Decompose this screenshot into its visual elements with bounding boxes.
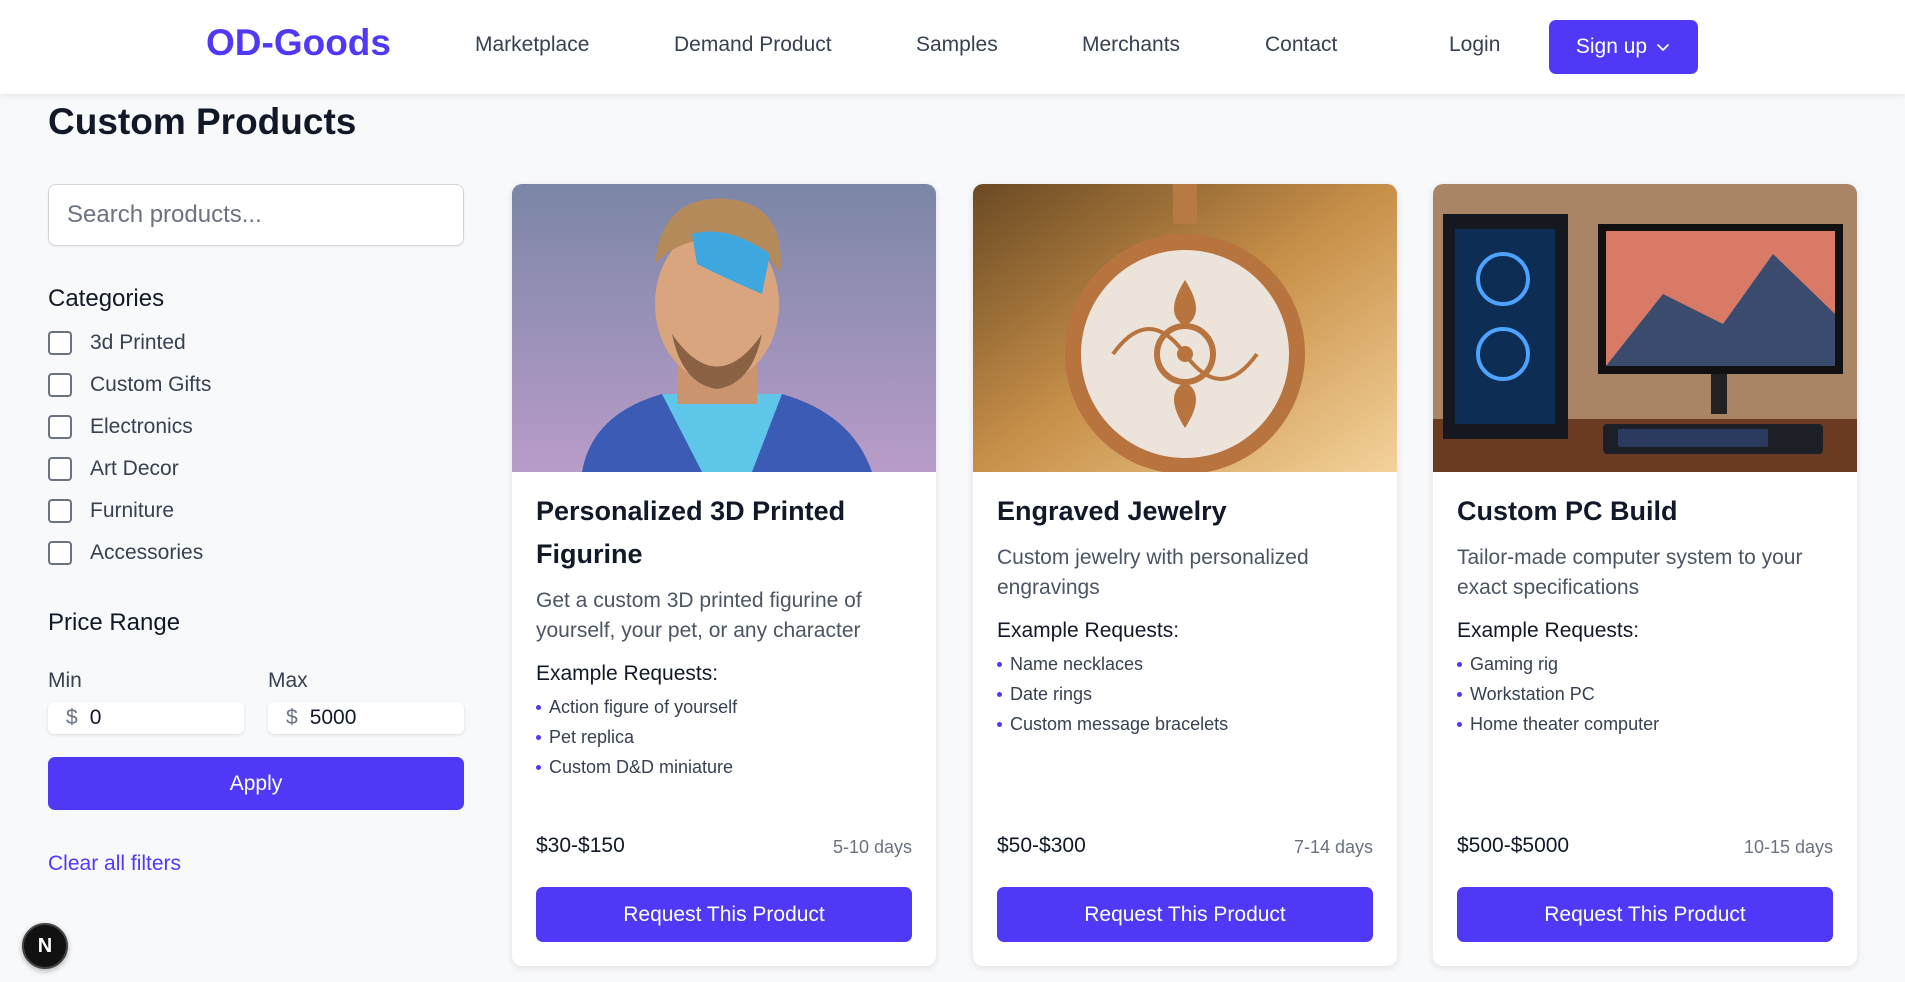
list-item: Gaming rig (1457, 649, 1833, 679)
next-dev-badge[interactable]: N (22, 923, 68, 969)
category-furniture[interactable]: Furniture (48, 499, 174, 523)
max-label: Max (268, 669, 308, 692)
card-description: Tailor-made computer system to your exac… (1457, 546, 1803, 599)
product-image-pc-build (1433, 184, 1857, 472)
card-lead-time: 7-14 days (1293, 837, 1373, 857)
category-3d-printed[interactable]: 3d Printed (48, 331, 186, 355)
bullet-icon (1457, 661, 1462, 667)
bullet-icon (1457, 721, 1462, 727)
category-label: Accessories (90, 541, 204, 564)
checkbox[interactable] (48, 373, 72, 397)
checkbox[interactable] (48, 415, 72, 439)
min-price-value: 0 (89, 706, 102, 729)
nav-samples[interactable]: Samples (916, 33, 998, 57)
category-art-decor[interactable]: Art Decor (48, 457, 179, 481)
max-price-value: 5000 (309, 706, 357, 729)
list-item: Action figure of yourself (536, 692, 912, 722)
currency-symbol: $ (286, 706, 298, 729)
signup-button[interactable]: Sign up (1549, 20, 1698, 74)
currency-symbol: $ (66, 706, 78, 729)
category-custom-gifts[interactable]: Custom Gifts (48, 373, 211, 397)
product-image-jewelry (973, 184, 1397, 472)
chevron-down-icon (1657, 44, 1670, 51)
price-range-heading: Price Range (48, 609, 181, 636)
category-label: Custom Gifts (90, 373, 212, 396)
card-price: $50-$300 (997, 834, 1086, 857)
list-item: Date rings (997, 679, 1373, 709)
bullet-icon (997, 691, 1002, 697)
category-label: Art Decor (90, 457, 179, 480)
card-price: $30-$150 (536, 834, 625, 857)
bullet-icon (536, 734, 541, 740)
card-title: Engraved Jewelry (997, 496, 1227, 526)
card-title: Personalized 3D Printed Figurine (536, 496, 846, 569)
list-item: Workstation PC (1457, 679, 1833, 709)
examples-list: Name necklaces Date rings Custom message… (997, 649, 1373, 739)
list-item: Custom message bracelets (997, 709, 1373, 739)
category-label: Furniture (90, 499, 175, 522)
card-lead-time: 10-15 days (1743, 837, 1833, 857)
brand-logo[interactable]: OD-Goods (206, 22, 391, 64)
category-label: 3d Printed (90, 331, 186, 354)
min-label: Min (48, 669, 82, 692)
request-product-button[interactable]: Request This Product (536, 887, 912, 942)
bullet-icon (1457, 691, 1462, 697)
card-price: $500-$5000 (1457, 834, 1570, 857)
examples-heading: Example Requests: (536, 662, 719, 685)
card-title: Custom PC Build (1457, 496, 1678, 526)
list-item: Name necklaces (997, 649, 1373, 679)
nav-marketplace[interactable]: Marketplace (475, 33, 589, 57)
page-title: Custom Products (48, 101, 357, 142)
category-electronics[interactable]: Electronics (48, 415, 193, 439)
product-card-figurine: Personalized 3D Printed Figurine Get a c… (512, 184, 936, 966)
category-accessories[interactable]: Accessories (48, 541, 203, 565)
card-description: Get a custom 3D printed figurine of your… (536, 589, 862, 642)
checkbox[interactable] (48, 457, 72, 481)
card-lead-time: 5-10 days (832, 837, 912, 857)
nav-merchants[interactable]: Merchants (1082, 33, 1180, 57)
product-card-pc-build: Custom PC Build Tailor-made computer sys… (1433, 184, 1857, 966)
bullet-icon (536, 764, 541, 770)
bullet-icon (997, 661, 1002, 667)
search-input[interactable] (48, 184, 464, 246)
product-card-jewelry: Engraved Jewelry Custom jewelry with per… (973, 184, 1397, 966)
list-item: Home theater computer (1457, 709, 1833, 739)
card-description: Custom jewelry with personalized engravi… (997, 546, 1309, 599)
examples-heading: Example Requests: (997, 619, 1180, 642)
bullet-icon (997, 721, 1002, 727)
login-link[interactable]: Login (1449, 33, 1500, 57)
checkbox[interactable] (48, 331, 72, 355)
request-product-button[interactable]: Request This Product (1457, 887, 1833, 942)
categories-heading: Categories (48, 285, 165, 312)
examples-list: Gaming rig Workstation PC Home theater c… (1457, 649, 1833, 739)
bullet-icon (536, 704, 541, 710)
checkbox[interactable] (48, 499, 72, 523)
max-price-input[interactable]: $ 5000 (268, 702, 464, 734)
checkbox[interactable] (48, 541, 72, 565)
top-navbar: OD-Goods Marketplace Demand Product Samp… (0, 0, 1905, 94)
signup-label: Sign up (1575, 35, 1648, 58)
nav-demand-product[interactable]: Demand Product (674, 33, 832, 57)
request-product-button[interactable]: Request This Product (997, 887, 1373, 942)
nav-contact[interactable]: Contact (1265, 33, 1337, 57)
min-price-input[interactable]: $ 0 (48, 702, 244, 734)
apply-button[interactable]: Apply (48, 757, 464, 810)
list-item: Pet replica (536, 722, 912, 752)
product-image-figurine (512, 184, 936, 472)
category-label: Electronics (90, 415, 193, 438)
list-item: Custom D&D miniature (536, 752, 912, 782)
examples-heading: Example Requests: (1457, 619, 1640, 642)
examples-list: Action figure of yourself Pet replica Cu… (536, 692, 912, 782)
clear-filters-link[interactable]: Clear all filters (48, 852, 181, 876)
